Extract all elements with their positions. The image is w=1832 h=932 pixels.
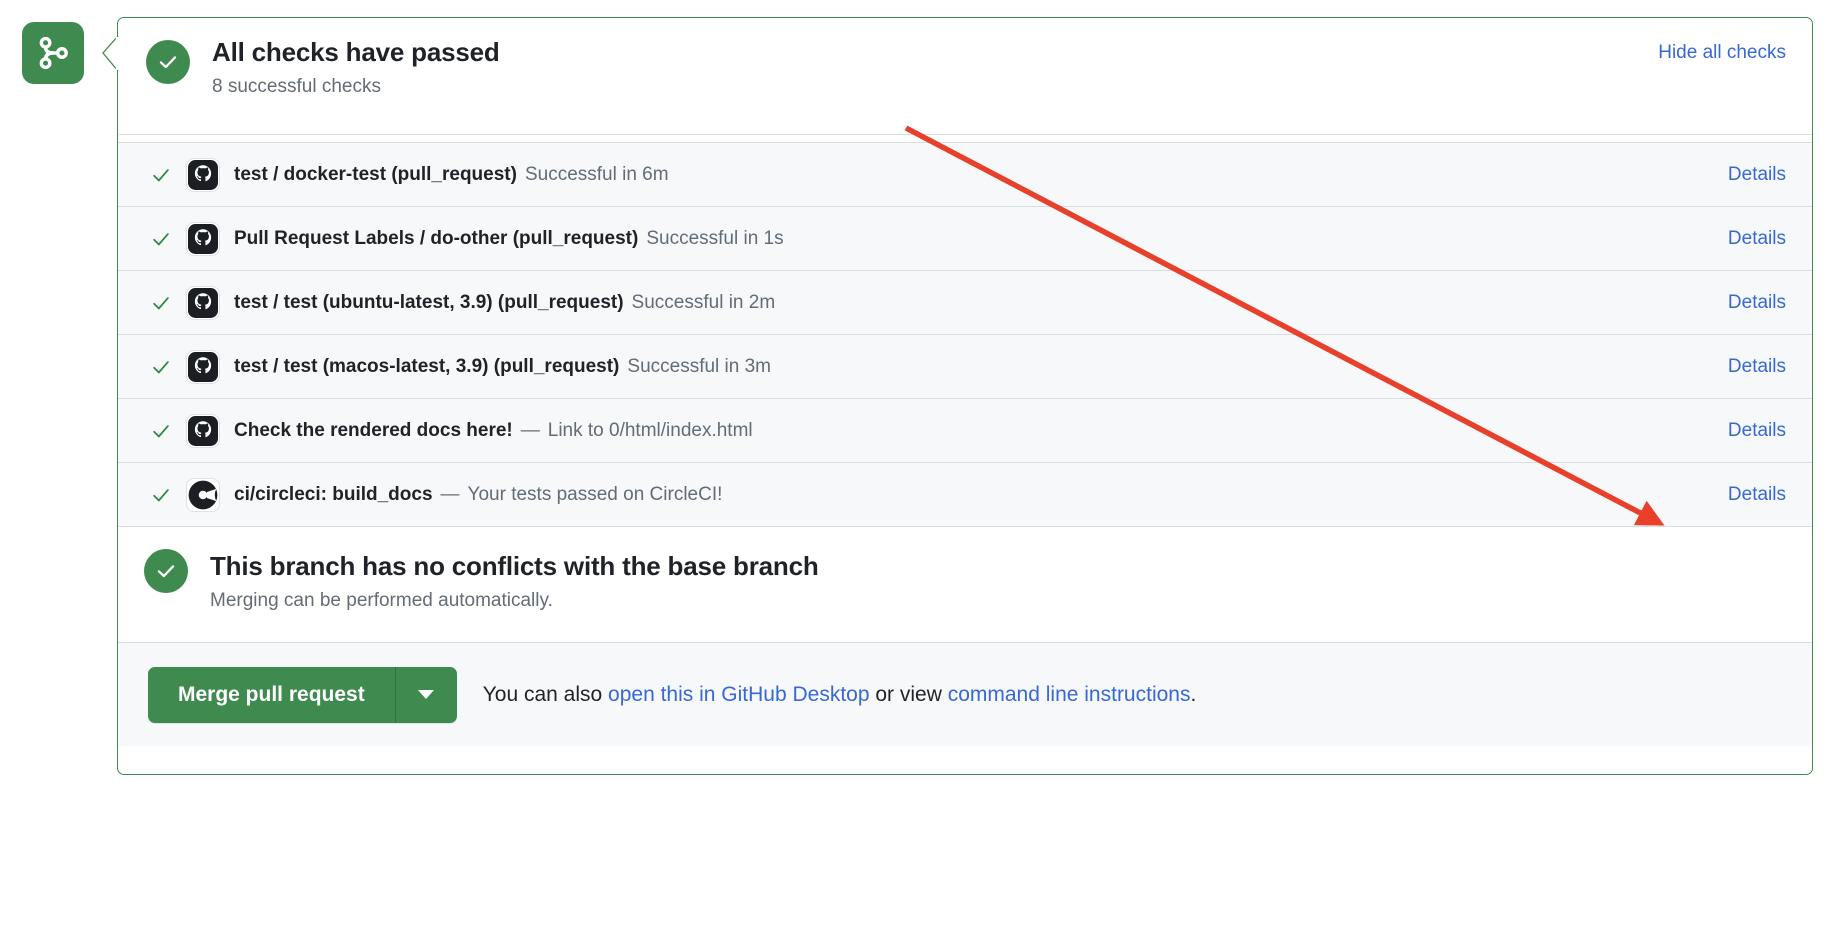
conflict-title: This branch has no conflicts with the ba… <box>210 551 819 581</box>
header-subtitle: 8 successful checks <box>212 76 381 97</box>
git-merge-icon <box>36 36 70 70</box>
merge-options-dropdown-button[interactable] <box>394 666 457 723</box>
check-row: Pull Request Labels / do-other (pull_req… <box>118 206 1812 270</box>
check-icon <box>148 164 174 186</box>
check-row-description: Successful in 3m <box>627 355 772 377</box>
check-row-description: Link to 0/html/index.html <box>547 419 753 441</box>
check-row-description: Your tests passed on CircleCI! <box>467 483 723 505</box>
check-icon <box>148 484 174 506</box>
merge-conflict-status: This branch has no conflicts with the ba… <box>118 526 1812 642</box>
pull-request-checks-panel: All checks have passed 8 successful chec… <box>0 0 1832 932</box>
check-icon <box>148 228 174 250</box>
check-row-name: Check the rendered docs here! <box>234 419 513 441</box>
check-row: test / docker-test (pull_request) Succes… <box>118 142 1812 206</box>
header-action: Hide all checks <box>1658 42 1786 64</box>
check-row-name: Pull Request Labels / do-other (pull_req… <box>234 227 639 249</box>
check-icon <box>148 292 174 314</box>
github-avatar-icon <box>186 286 220 320</box>
merge-note-middle: or view <box>869 682 948 706</box>
check-circle-icon <box>146 40 190 84</box>
merge-button-group: Merge pull request <box>148 666 457 723</box>
checks-panel: All checks have passed 8 successful chec… <box>117 17 1813 775</box>
check-row-separator: — <box>440 483 460 505</box>
check-row-description: Successful in 6m <box>524 163 669 185</box>
panel-pointer-beak <box>102 36 119 72</box>
check-row: test / test (macos-latest, 3.9) (pull_re… <box>118 334 1812 398</box>
header-divider-gap <box>118 135 1812 142</box>
check-row-name: test / test (macos-latest, 3.9) (pull_re… <box>234 355 620 377</box>
page-title: All checks have passed <box>212 37 500 67</box>
check-circle-icon <box>144 549 188 593</box>
command-line-instructions-link[interactable]: command line instructions <box>948 683 1191 706</box>
check-icon <box>148 356 174 378</box>
check-row-details-link[interactable]: Details <box>1728 356 1786 378</box>
check-row: Check the rendered docs here! — Link to … <box>118 398 1812 462</box>
merge-help-note: You can also open this in GitHub Desktop… <box>483 683 1197 707</box>
check-row-name: test / test (ubuntu-latest, 3.9) (pull_r… <box>234 291 624 313</box>
timeline-git-merge-badge <box>22 22 84 84</box>
check-row: test / test (ubuntu-latest, 3.9) (pull_r… <box>118 270 1812 334</box>
check-row-details-link[interactable]: Details <box>1728 228 1786 250</box>
chevron-down-icon <box>418 690 435 699</box>
checks-list: test / docker-test (pull_request) Succes… <box>118 142 1812 526</box>
check-row-name: ci/circleci: build_docs <box>234 483 433 505</box>
github-avatar-icon <box>186 222 220 256</box>
check-row-name: test / docker-test (pull_request) <box>234 163 517 185</box>
check-row: ci/circleci: build_docs — Your tests pas… <box>118 462 1812 526</box>
github-avatar-icon <box>186 158 220 192</box>
check-row-details-link[interactable]: Details <box>1728 292 1786 314</box>
merge-note-prefix: You can also <box>482 682 609 706</box>
check-row-description: Successful in 1s <box>646 227 784 249</box>
hide-all-checks-link[interactable]: Hide all checks <box>1658 42 1786 63</box>
check-row-details-link[interactable]: Details <box>1728 484 1786 506</box>
github-avatar-icon <box>186 414 220 448</box>
check-row-separator: — <box>520 419 540 441</box>
merge-pull-request-button[interactable]: Merge pull request <box>148 666 395 723</box>
merge-conflict-text: This branch has no conflicts with the ba… <box>210 549 819 616</box>
check-row-description: Successful in 2m <box>631 291 776 313</box>
github-avatar-icon <box>186 350 220 384</box>
check-icon <box>148 420 174 442</box>
checks-header: All checks have passed 8 successful chec… <box>118 18 1812 134</box>
check-row-details-link[interactable]: Details <box>1728 420 1786 442</box>
header-text-block: All checks have passed 8 successful chec… <box>212 34 1658 102</box>
circleci-avatar-icon <box>186 478 220 512</box>
check-row-details-link[interactable]: Details <box>1728 164 1786 186</box>
merge-note-suffix: . <box>1190 682 1197 706</box>
conflict-subtitle: Merging can be performed automatically. <box>210 590 553 611</box>
merge-footer: Merge pull request You can also open thi… <box>118 642 1812 746</box>
open-in-github-desktop-link[interactable]: open this in GitHub Desktop <box>608 683 869 706</box>
header-status-icon-wrap <box>146 40 190 84</box>
